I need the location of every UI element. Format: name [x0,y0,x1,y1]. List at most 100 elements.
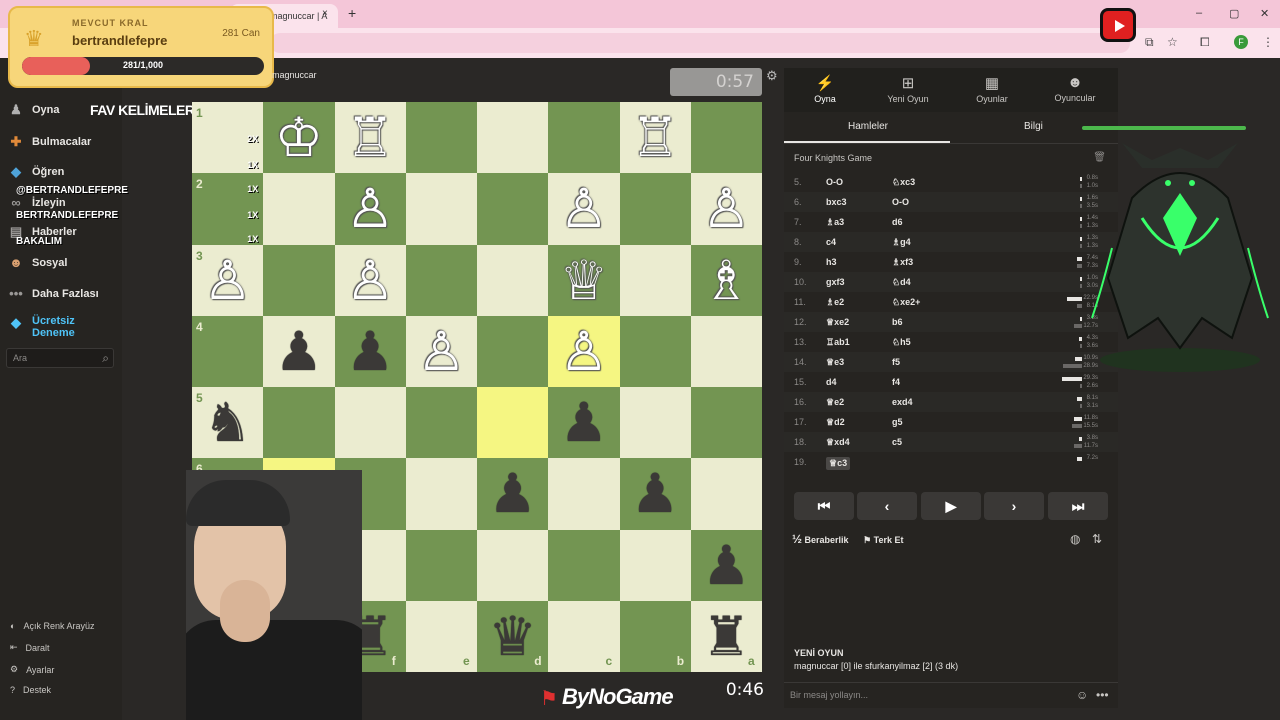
board-square[interactable] [690,458,762,530]
subtab-info[interactable]: Bilgi [1024,121,1043,132]
extensions-icon[interactable]: ⧠ [1200,35,1210,50]
white-move[interactable]: ♕xe2 [826,317,849,328]
white-move[interactable]: c4 [826,237,836,247]
board-square[interactable] [405,529,477,601]
tab-close-icon[interactable]: × [322,8,328,19]
white-rook-piece[interactable]: ♖ [335,102,406,173]
black-move[interactable]: d6 [892,217,903,227]
white-move[interactable]: ♕e2 [826,397,844,408]
black-move[interactable]: O-O [892,197,909,207]
white-move[interactable]: d4 [826,377,837,387]
white-pawn-piece[interactable]: ♙ [335,245,406,316]
board-square[interactable] [548,102,620,174]
board-square[interactable] [477,315,549,387]
black-rook-piece[interactable]: ♜ [691,601,762,672]
black-knight-piece[interactable]: ♞ [192,387,263,458]
sidebar-item-trial[interactable]: ◆ Ücretsiz Deneme [8,315,82,339]
black-pawn-piece[interactable]: ♟ [477,458,548,529]
emoji-icon[interactable]: ☺ [1076,688,1088,702]
subtab-moves[interactable]: Hamleler [848,121,888,132]
play-button[interactable]: ▶ [921,492,981,520]
search-input[interactable]: Ara ⌕ [6,348,114,368]
board-square[interactable] [405,458,477,530]
board-square[interactable] [619,529,691,601]
board-square[interactable] [263,173,335,245]
cast-icon[interactable]: ⧉ [1145,35,1154,50]
tab-games[interactable]: ▦ Oyunlar [952,74,1032,104]
board-square[interactable] [619,173,691,245]
tab-new-game[interactable]: ⊞ Yeni Oyun [868,74,948,104]
board-square[interactable] [405,173,477,245]
sidebar-item-puzzles[interactable]: ✚ Bulmacalar [8,134,92,150]
black-move[interactable]: ♘xe2+ [892,297,920,308]
board-square[interactable] [548,529,620,601]
black-move[interactable]: ♘d4 [892,277,911,288]
black-move[interactable]: ♗g4 [892,237,911,248]
board-square[interactable] [690,315,762,387]
board-square[interactable] [477,529,549,601]
black-move[interactable]: ♘xc3 [892,177,915,188]
support-button[interactable]: ? Destek [10,685,51,695]
board-square[interactable] [263,387,335,459]
prev-move-button[interactable]: ‹ [857,492,917,520]
black-pawn-piece[interactable]: ♟ [263,316,334,387]
board-square[interactable] [690,387,762,459]
maximize-icon[interactable]: ▢ [1229,7,1239,20]
more-options-icon[interactable]: ••• [1096,688,1109,702]
board-square[interactable] [619,387,691,459]
black-pawn-piece[interactable]: ♟ [335,316,406,387]
board-square[interactable] [619,315,691,387]
next-move-button[interactable]: › [984,492,1044,520]
white-move[interactable]: O-O [826,177,843,187]
white-move[interactable]: ♗a3 [826,217,844,228]
sidebar-item-play[interactable]: ♟ Oyna [8,102,59,118]
menu-dots-icon[interactable]: ⋮ [1262,35,1274,49]
white-king-piece[interactable]: ♔ [263,102,334,173]
board-square[interactable] [477,102,549,174]
new-tab-icon[interactable]: + [348,5,356,21]
white-rook-piece[interactable]: ♖ [620,102,691,173]
sidebar-item-watch[interactable]: ∞ İzleyin [8,195,65,211]
white-pawn-piece[interactable]: ♙ [192,245,263,316]
star-icon[interactable]: ☆ [1167,35,1178,49]
black-pawn-piece[interactable]: ♟ [620,458,691,529]
theme-toggle[interactable]: ◐ Açık Renk Arayüz [10,621,94,631]
board-square[interactable] [405,102,477,174]
black-move[interactable]: c5 [892,437,902,447]
minimize-icon[interactable]: – [1196,7,1202,19]
board-square[interactable] [690,102,762,174]
collapse-button[interactable]: ⇤ Daralt [10,642,50,653]
black-move[interactable]: f4 [892,377,900,387]
board-square[interactable] [405,387,477,459]
white-queen-piece[interactable]: ♕ [548,245,619,316]
sidebar-item-learn[interactable]: ◆ Öğren [8,164,64,180]
close-window-icon[interactable]: ✕ [1260,7,1269,20]
board-square[interactable] [334,387,406,459]
white-pawn-piece[interactable]: ♙ [335,173,406,244]
black-move[interactable]: ♗xf3 [892,257,913,268]
address-field[interactable] [270,33,1130,53]
black-move[interactable]: exd4 [892,397,913,407]
black-move[interactable]: ♘h5 [892,337,911,348]
white-move[interactable]: gxf3 [826,277,845,287]
black-pawn-piece[interactable]: ♟ [691,530,762,601]
opponent-name[interactable]: magnuccar [272,70,317,80]
analysis-icon[interactable]: ◍ [1070,532,1080,546]
board-square[interactable] [619,244,691,316]
board-square[interactable] [477,244,549,316]
white-move[interactable]: ♕d2 [826,417,845,428]
board-settings-icon[interactable]: ⚙ [766,68,778,84]
board-square[interactable] [548,458,620,530]
white-move[interactable]: ♕e3 [826,357,844,368]
black-queen-piece[interactable]: ♛ [477,601,548,672]
white-move[interactable]: ♕c3 [826,457,851,470]
black-move[interactable]: g5 [892,417,903,427]
last-move-button[interactable]: ⏭ [1048,492,1108,520]
black-pawn-piece[interactable]: ♟ [548,387,619,458]
white-pawn-piece[interactable]: ♙ [548,316,619,387]
black-move[interactable]: f5 [892,357,900,367]
board-square[interactable] [477,387,549,459]
white-move[interactable]: h3 [826,257,837,267]
black-move[interactable]: b6 [892,317,903,327]
board-square[interactable] [405,244,477,316]
